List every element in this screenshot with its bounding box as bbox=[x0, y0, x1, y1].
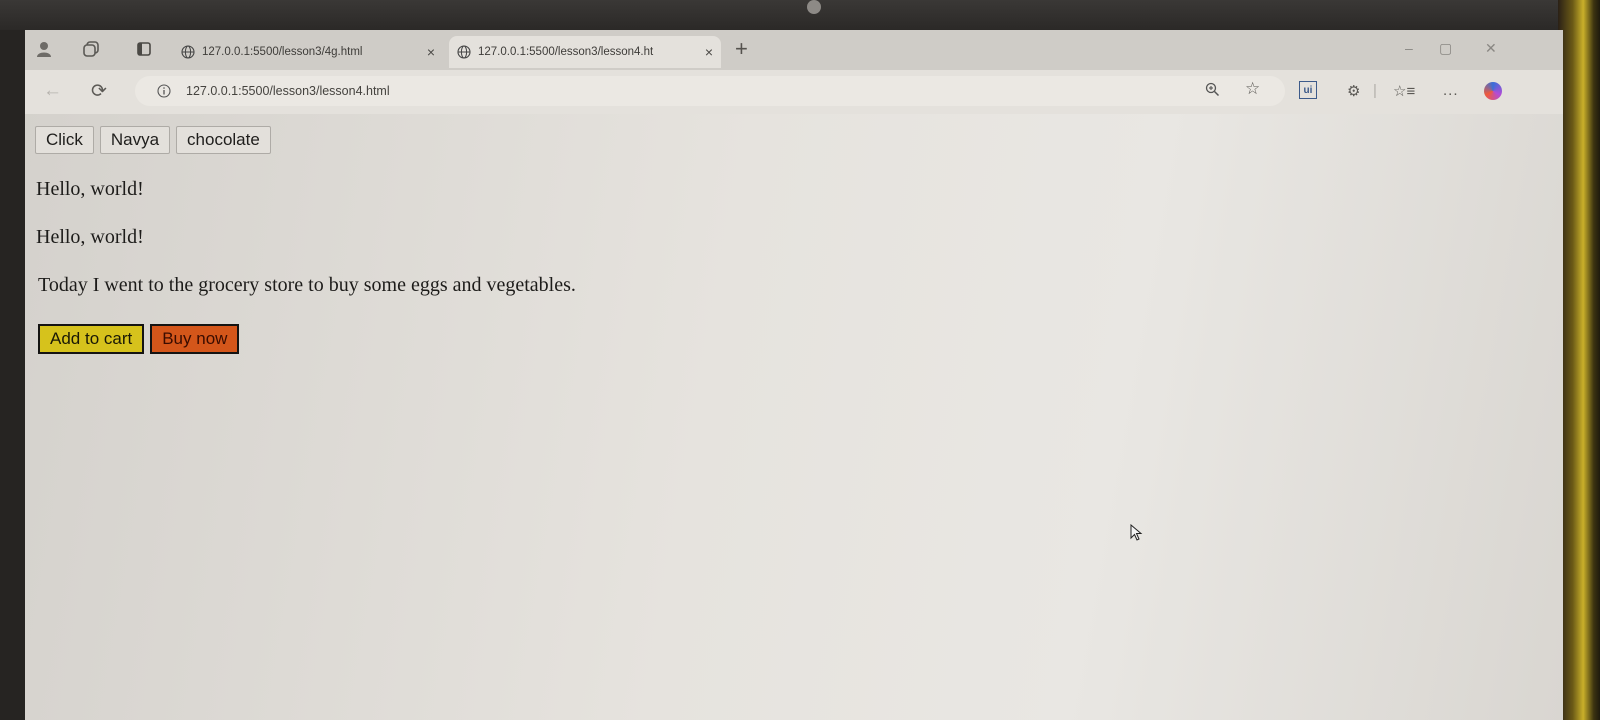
tab-4g[interactable]: 127.0.0.1:5500/lesson3/4g.html × bbox=[173, 36, 443, 68]
minimize-icon[interactable]: – bbox=[1405, 40, 1413, 56]
address-bar[interactable]: 127.0.0.1:5500/lesson3/lesson4.html bbox=[135, 76, 1285, 106]
tab-title: 127.0.0.1:5500/lesson3/4g.html bbox=[202, 46, 363, 58]
background-edge bbox=[1558, 0, 1600, 720]
shop-button-row: Add to cart Buy now bbox=[38, 324, 240, 354]
click-button[interactable]: Click bbox=[35, 126, 94, 154]
add-to-cart-button[interactable]: Add to cart bbox=[38, 324, 145, 354]
restore-icon[interactable]: ▢ bbox=[1439, 40, 1452, 57]
extension-icon[interactable]: ui bbox=[1299, 81, 1317, 99]
info-icon[interactable] bbox=[157, 84, 171, 98]
browser-window: 127.0.0.1:5500/lesson3/4g.html × 127.0.0… bbox=[25, 30, 1563, 720]
tab-close-button[interactable]: × bbox=[705, 44, 713, 60]
workspaces-icon[interactable] bbox=[80, 38, 102, 60]
laptop-bezel bbox=[0, 0, 1600, 30]
webcam bbox=[807, 0, 821, 14]
chocolate-button[interactable]: chocolate bbox=[176, 126, 271, 154]
favorite-star-icon[interactable]: ☆ bbox=[1245, 79, 1260, 99]
browser-toolbar: ← ⟳ 127.0.0.1:5500/lesson3/lesson4.html … bbox=[25, 70, 1563, 114]
navya-button[interactable]: Navya bbox=[99, 126, 171, 154]
extensions-puzzle-icon[interactable]: ⚙ bbox=[1347, 82, 1360, 100]
back-icon[interactable]: ← bbox=[43, 80, 62, 102]
mouse-cursor-icon bbox=[1130, 524, 1143, 541]
hello-paragraph: Hello, world! bbox=[36, 178, 144, 200]
buy-now-button[interactable]: Buy now bbox=[150, 324, 240, 354]
globe-icon bbox=[181, 45, 195, 59]
button-row: Click Navya chocolate bbox=[35, 126, 277, 154]
profile-icon[interactable] bbox=[33, 38, 55, 60]
new-tab-button[interactable]: + bbox=[735, 38, 748, 60]
tab-strip: 127.0.0.1:5500/lesson3/4g.html × 127.0.0… bbox=[25, 30, 1563, 70]
tab-title: 127.0.0.1:5500/lesson3/lesson4.ht bbox=[478, 46, 654, 58]
tab-actions-icon[interactable] bbox=[133, 38, 155, 60]
toolbar-divider: | bbox=[1373, 82, 1377, 99]
globe-icon bbox=[457, 45, 471, 59]
page-content: Click Navya chocolate Hello, world! Hell… bbox=[25, 114, 1563, 720]
grocery-paragraph: Today I went to the grocery store to buy… bbox=[38, 274, 576, 296]
copilot-icon[interactable] bbox=[1484, 82, 1502, 100]
favorites-icon[interactable]: ☆≡ bbox=[1393, 82, 1415, 100]
tab-lesson4[interactable]: 127.0.0.1:5500/lesson3/lesson4.ht × bbox=[449, 36, 721, 68]
hello-paragraph: Hello, world! bbox=[36, 226, 144, 248]
refresh-icon[interactable]: ⟳ bbox=[91, 80, 107, 103]
tab-close-button[interactable]: × bbox=[427, 44, 435, 60]
menu-icon[interactable]: ... bbox=[1443, 82, 1459, 99]
close-window-icon[interactable]: ✕ bbox=[1485, 40, 1497, 57]
url-text: 127.0.0.1:5500/lesson3/lesson4.html bbox=[186, 84, 390, 98]
zoom-icon[interactable] bbox=[1205, 82, 1220, 101]
